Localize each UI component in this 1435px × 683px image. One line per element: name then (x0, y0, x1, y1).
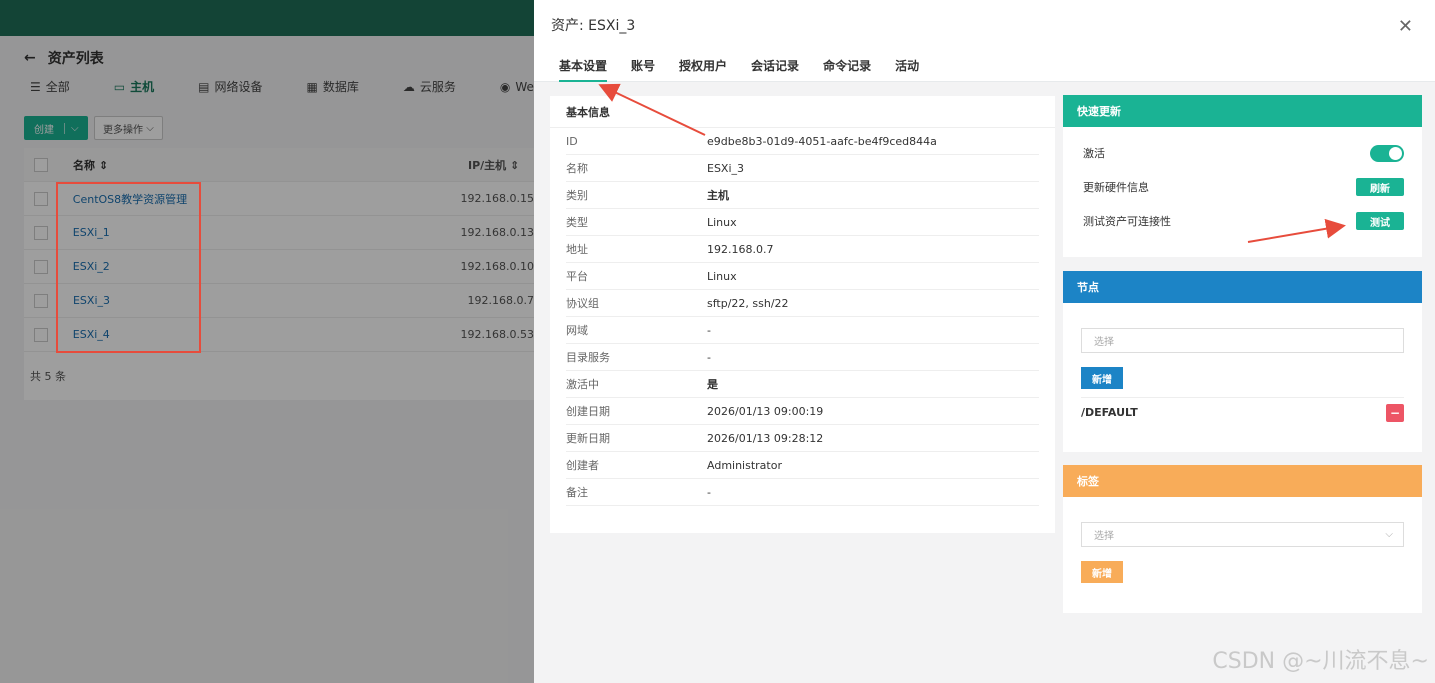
panel-title: 基本信息 (550, 96, 1055, 128)
drawer-tabs: 基本设置 账号 授权用户 会话记录 命令记录 活动 (534, 50, 1435, 82)
info-row-comment: 备注 - (566, 479, 1039, 506)
info-row-directory-service: 目录服务 - (566, 344, 1039, 371)
active-row: 激活 (1063, 136, 1422, 170)
test-button[interactable]: 测试 (1356, 212, 1404, 230)
tab-session-records[interactable]: 会话记录 (751, 50, 799, 82)
info-row-updated-date: 更新日期 2026/01/13 09:28:12 (566, 425, 1039, 452)
tab-command-records[interactable]: 命令记录 (823, 50, 871, 82)
info-row-id: ID e9dbe8b3-01d9-4051-aafc-be4f9ced844a (566, 128, 1039, 155)
info-row-platform: 平台 Linux (566, 263, 1039, 290)
remove-node-button[interactable]: − (1386, 403, 1404, 422)
tags-panel: 标签 选择 ⌵ 新增 (1063, 465, 1422, 613)
drawer-header: 资产: ESXi_3 ✕ (534, 0, 1435, 50)
info-row-creator: 创建者 Administrator (566, 452, 1039, 479)
chevron-down-icon: ⌵ (1385, 529, 1393, 540)
annotation-highlight-box (56, 182, 201, 353)
info-row-type: 类型 Linux (566, 209, 1039, 236)
add-node-button[interactable]: 新增 (1081, 367, 1123, 389)
tab-accounts[interactable]: 账号 (631, 50, 655, 82)
test-connectivity-row: 测试资产可连接性 测试 (1063, 204, 1422, 238)
tab-activity[interactable]: 活动 (895, 50, 919, 82)
update-hardware-row: 更新硬件信息 刷新 (1063, 170, 1422, 204)
active-toggle[interactable] (1370, 144, 1404, 162)
tab-basic-settings[interactable]: 基本设置 (559, 50, 608, 82)
node-path: /DEFAULT (1081, 406, 1138, 419)
info-row-created-date: 创建日期 2026/01/13 09:00:19 (566, 398, 1039, 425)
info-row-category: 类别 主机 (566, 182, 1039, 209)
nodes-panel: 节点 选择 新增 /DEFAULT − (1063, 271, 1422, 452)
watermark-credit: CSDN @~川流不息~ (1212, 649, 1429, 674)
info-row-name: 名称 ESXi_3 (566, 155, 1039, 182)
panel-title: 快速更新 (1063, 95, 1422, 127)
close-icon[interactable]: ✕ (1398, 16, 1413, 37)
panel-title: 标签 (1063, 465, 1422, 497)
list-item: /DEFAULT − (1081, 397, 1404, 427)
quick-update-panel: 快速更新 激活 更新硬件信息 刷新 测试资产可连接性 测试 (1063, 95, 1422, 257)
tab-authorized-users[interactable]: 授权用户 (679, 50, 727, 82)
info-row-domain: 网域 - (566, 317, 1039, 344)
basic-info-panel: 基本信息 ID e9dbe8b3-01d9-4051-aafc-be4f9ced8… (550, 96, 1055, 533)
refresh-button[interactable]: 刷新 (1356, 178, 1404, 196)
node-select[interactable]: 选择 (1081, 328, 1404, 353)
asset-detail-drawer: 资产: ESXi_3 ✕ 基本设置 账号 授权用户 会话记录 命令记录 活动 基… (534, 0, 1435, 683)
drawer-title: 资产: ESXi_3 (551, 18, 636, 34)
panel-title: 节点 (1063, 271, 1422, 303)
info-row-protocols: 协议组 sftp/22, ssh/22 (566, 290, 1039, 317)
tag-select[interactable]: 选择 ⌵ (1081, 522, 1404, 547)
add-tag-button[interactable]: 新增 (1081, 561, 1123, 583)
info-row-address: 地址 192.168.0.7 (566, 236, 1039, 263)
info-row-active: 激活中是 (566, 371, 1039, 398)
